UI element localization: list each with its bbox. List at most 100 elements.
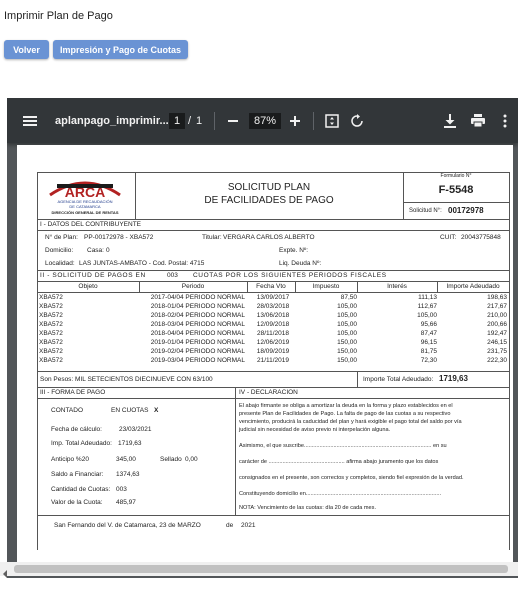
page-title: Imprimir Plan de Pago [4, 10, 113, 22]
cantidad-cuotas-label: Cantidad de Cuotas: [51, 486, 111, 493]
cell-fecha-vto: 21/11/2019 [256, 357, 290, 364]
cell-impuesto: 105,00 [337, 321, 357, 328]
declaracion-line-7: consignados en el presente, son correcto… [239, 475, 464, 481]
pdf-toolbar: aplanpago_imprimir.... 1 / 1 87% [7, 98, 518, 143]
cell-importe: 200,66 [487, 321, 507, 328]
cell-fecha-vto: 13/06/2018 [256, 312, 290, 319]
current-page-input[interactable]: 1 [169, 112, 186, 129]
imp-total-label: Imp. Total Adeudado: [51, 440, 112, 447]
solicitud-number: 00172978 [448, 206, 484, 215]
anticipo-label: Anticipo %20 [51, 456, 89, 463]
cell-periodo: 2019-03/04 PERIODO NORMAL [150, 357, 245, 364]
cell-objeto: XBA572 [39, 330, 63, 337]
cell-interes: 87,47 [420, 330, 437, 337]
print-icon[interactable] [471, 98, 485, 143]
valor-cuota-label: Valor de la Cuota: [51, 499, 103, 506]
cell-periodo: 2017-04/04 PERIODO NORMAL [150, 294, 245, 301]
localidad-label: Localidad: [45, 260, 75, 267]
zoom-input[interactable]: 87% [249, 112, 282, 129]
saldo-label: Saldo a Financiar: [51, 471, 104, 478]
cell-importe: 192,47 [487, 330, 507, 337]
imp-total-value: 1719,63 [118, 440, 142, 447]
section-2-rest: CUOTAS POR LOS SIGUIENTES PERIODOS FISCA… [193, 272, 387, 279]
cell-objeto: XBA572 [39, 303, 63, 310]
declaracion-line-4: judicial sin necesidad de aviso previo n… [239, 427, 391, 433]
casa-value: 0 [106, 247, 110, 254]
declaracion-line-1: El abajo firmante se obliga a amortizar … [239, 403, 453, 409]
cell-interes: 111,13 [418, 294, 437, 301]
menu-icon[interactable] [23, 98, 37, 143]
logo-sub3: DIRECCIÓN GENERAL DE RENTAS [51, 210, 119, 215]
cell-interes: 112,67 [417, 303, 437, 310]
cell-importe: 217,67 [487, 303, 507, 310]
cantidad-cuotas-value: 003 [116, 486, 127, 493]
saldo-value: 1374,63 [116, 471, 140, 478]
cell-objeto: XBA572 [39, 348, 63, 355]
cell-importe: 231,75 [487, 348, 507, 355]
rotate-icon[interactable] [350, 98, 364, 143]
plan-value: PP-00172978 - XBA572 [84, 234, 154, 241]
cell-objeto: XBA572 [39, 357, 63, 364]
cell-fecha-vto: 12/06/2019 [256, 339, 290, 346]
zoom-level-box[interactable]: 87% [249, 98, 282, 143]
localidad-value: LAS JUNTAS-AMBATO - Cod. Postal: 4715 [79, 260, 205, 267]
zoom-in-icon[interactable] [289, 98, 301, 143]
print-and-pay-button[interactable]: Impresión y Pago de Cuotas [53, 40, 188, 59]
logo-sub2: DE CATAMARCA [69, 204, 101, 209]
en-cuotas-mark: X [154, 407, 159, 414]
cell-importe: 210,00 [487, 312, 507, 319]
casa-label: Casa: [87, 247, 104, 254]
page-number-box[interactable]: 1 [169, 98, 186, 143]
cell-periodo: 2018-01/04 PERIODO NORMAL [150, 303, 245, 310]
horizontal-scrollbar[interactable] [0, 562, 518, 578]
scroll-left-arrow-icon[interactable] [2, 565, 8, 583]
cell-interes: 105,00 [417, 312, 437, 319]
pdf-filename: aplanpago_imprimir.... [55, 114, 172, 127]
footer-place-date: San Fernando del V. de Catamarca, 23 de … [54, 522, 201, 529]
section-2-cuotas: 003 [167, 272, 178, 279]
cell-impuesto: 150,00 [337, 357, 357, 364]
col-header-importe: Importe Adeudado [446, 283, 500, 290]
cell-fecha-vto: 18/09/2019 [256, 348, 290, 355]
fit-to-page-icon[interactable] [325, 98, 339, 143]
download-icon[interactable] [444, 98, 456, 143]
col-header-fecha-vto: Fecha Vto [256, 283, 286, 290]
declaracion-line-5: Asimismo, el que suscribe...............… [239, 443, 447, 449]
cell-impuesto: 105,00 [337, 330, 357, 337]
cell-fecha-vto: 13/09/2017 [256, 294, 290, 301]
cell-periodo: 2019-02/04 PERIODO NORMAL [150, 348, 245, 355]
form-heading-1: SOLICITUD PLAN [227, 182, 311, 193]
more-options-icon[interactable] [503, 98, 507, 143]
total-adeudado-label: Importe Total Adeudado: [363, 376, 434, 383]
cell-impuesto: 150,00 [337, 339, 357, 346]
col-header-objeto: Objeto [78, 283, 98, 290]
son-pesos-text: Son Pesos: MIL SETECIENTOS DIECINUEVE CO… [40, 376, 213, 383]
cell-fecha-vto: 28/11/2018 [256, 330, 290, 337]
cell-interes: 95,66 [420, 321, 437, 328]
section-3-title: III - FORMA DE PAGO [40, 389, 106, 396]
solicitud-label: Solicitud N°: [409, 208, 442, 214]
form-number: F-5548 [438, 184, 474, 196]
pdf-viewer: aplanpago_imprimir.... 1 / 1 87% ARCA AG… [7, 98, 518, 578]
cell-impuesto: 150,00 [337, 348, 357, 355]
declaracion-note: NOTA: Vencimiento de las cuotas: día 20 … [239, 505, 377, 511]
total-adeudado-value: 1719,63 [439, 374, 468, 383]
cell-importe: 246,15 [487, 339, 507, 346]
sellado-value: 0,00 [185, 456, 198, 463]
titular-value: VERGARA CARLOS ALBERTO [223, 234, 315, 241]
debt-table-body: XBA572 2017-04/04 PERIODO NORMAL 13/09/2… [37, 294, 509, 373]
domicilio-label: Domicilio: [45, 247, 74, 254]
sellado-label: Sellado [160, 456, 182, 463]
expte-label: Expte. Nº: [279, 247, 309, 254]
footer-de: de [226, 522, 234, 529]
total-pages: 1 [196, 114, 203, 127]
cell-objeto: XBA572 [39, 321, 63, 328]
cell-objeto: XBA572 [39, 339, 63, 346]
back-button[interactable]: Volver [4, 40, 49, 59]
cell-impuesto: 105,00 [337, 303, 357, 310]
scroll-thumb[interactable] [14, 565, 508, 573]
zoom-out-icon[interactable] [227, 98, 239, 143]
cell-importe: 198,63 [487, 294, 507, 301]
section-2-title: II - SOLICITUD DE PAGOS EN [40, 272, 146, 279]
anticipo-value: 345,00 [116, 456, 136, 463]
